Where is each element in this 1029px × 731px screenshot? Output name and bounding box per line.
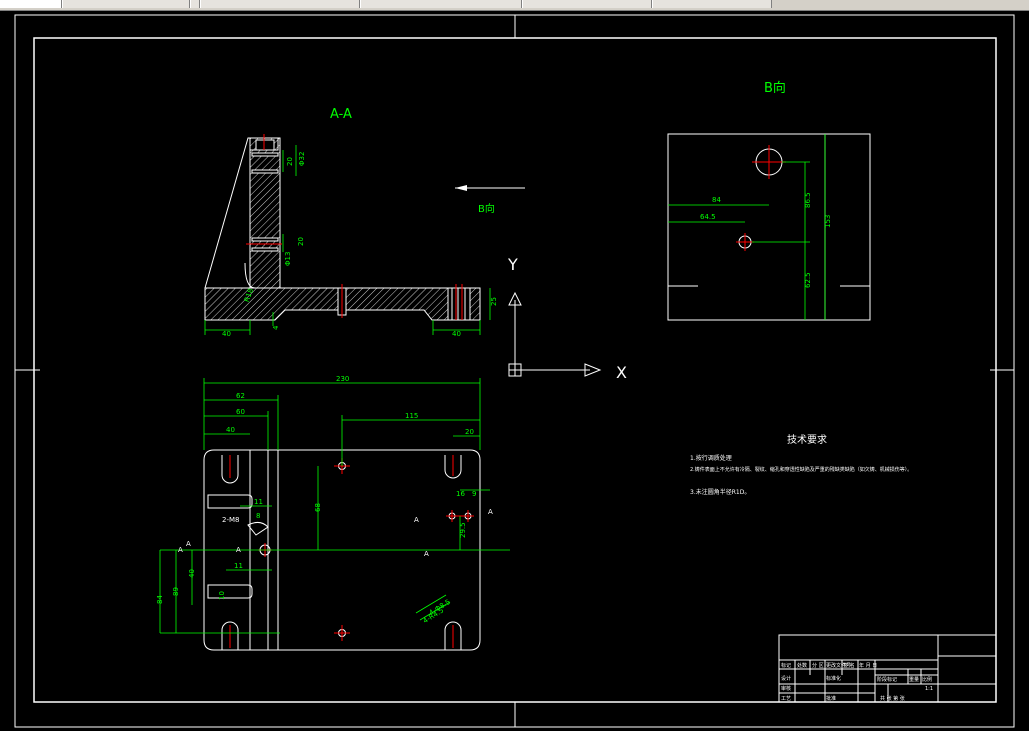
view-arrow-b-label: B向 [478, 202, 495, 215]
dim-section-phi13: Φ13 [284, 252, 292, 266]
dim-plan-11b: 11 [234, 562, 243, 570]
dim-viewb-84: 84 [712, 196, 721, 204]
tb-zone: 分 区 [812, 662, 824, 669]
section-mark-a6: A [186, 540, 191, 548]
tb-stage: 阶段标记 [877, 676, 897, 683]
dim-plan-115: 115 [405, 412, 418, 420]
tb-standard: 标准化 [826, 675, 841, 682]
tech-notes-line3: 3.未注圆角半径R1D。 [690, 488, 750, 496]
tech-notes-line1: 1.按行调质处理 [690, 454, 732, 462]
dim-plan-2m8: 2-M8 [222, 516, 239, 524]
dim-section-25: 25 [490, 297, 498, 306]
dim-plan-89: 89 [172, 587, 180, 596]
ucs-x-label: X [616, 363, 627, 382]
plan-centerlines [229, 455, 474, 648]
dim-plan-84: 84 [156, 595, 164, 604]
dim-plan-16: 16 [456, 490, 465, 498]
tab-4[interactable] [200, 0, 360, 8]
dim-viewb-64: 64.5 [700, 213, 716, 221]
dim-plan-10: 10 [218, 591, 226, 600]
section-mark-a2: A [488, 508, 493, 516]
dim-section-phi32: Φ32 [298, 152, 306, 166]
dim-plan-68: 68 [314, 503, 322, 512]
dim-viewb-62: 62.5 [804, 272, 812, 288]
tb-design: 设计 [781, 675, 791, 682]
ucs-y-label: Y [507, 255, 518, 274]
tech-notes-line2: 2.铸件表面上不允许有冷隔、裂纹、缩孔和穿透性缺陷及严重的残缺类缺陷（如欠铸、机… [690, 466, 912, 473]
ucs-icon [508, 291, 602, 377]
dim-section-40b: 40 [452, 330, 461, 338]
plan-dimensions [159, 378, 510, 634]
tb-sign: 签 名 [843, 662, 855, 669]
section-mark-a3: A [424, 550, 429, 558]
dim-section-4: 4 [272, 325, 280, 330]
tech-notes-title: 技术要求 [787, 433, 827, 446]
dim-plan-8: 8 [256, 512, 260, 520]
section-label: A-A [330, 107, 352, 122]
section-mark-a5: A [236, 546, 241, 554]
tab-7[interactable] [652, 0, 772, 8]
tb-approve: 批准 [826, 695, 836, 702]
dim-plan-11a: 11 [254, 498, 263, 506]
tb-review: 审核 [781, 685, 791, 692]
dim-plan-29: 29.5 [459, 522, 467, 538]
tab-6[interactable] [522, 0, 652, 8]
section-mark-a4: A [178, 546, 183, 554]
tb-count: 处数 [797, 662, 807, 669]
tab-5[interactable] [360, 0, 522, 8]
tb-weight: 重量 [909, 676, 919, 683]
view-b-dimensions [668, 134, 826, 320]
dim-section-40a: 40 [222, 330, 231, 338]
dim-plan-230: 230 [336, 375, 349, 383]
view-b-centerlines [736, 145, 786, 251]
tech-notes: 技术要求 1.按行调质处理 2.铸件表面上不允许有冷隔、裂纹、缩孔和穿透性缺陷及… [690, 433, 912, 496]
tb-scale-value: 1:1 [925, 686, 933, 692]
dim-section-20b: 20 [297, 237, 305, 246]
dim-plan-62: 62 [236, 392, 245, 400]
tab-1[interactable] [0, 0, 62, 8]
dim-plan-9: 9 [472, 490, 476, 498]
dim-plan-40: 40 [226, 426, 235, 434]
dim-section-20a: 20 [286, 157, 294, 166]
cad-drawing-canvas[interactable]: A-A 20 Φ32 20 Φ13 R18 40 40 4 25 B向 X Y … [0, 10, 1029, 731]
dim-plan-60: 60 [236, 408, 245, 416]
tb-sheets: 共 张 第 张 [880, 695, 905, 702]
tab-3[interactable] [190, 0, 200, 8]
dim-viewb-86: 86.5 [804, 192, 812, 208]
view-b-label: B向 [764, 80, 786, 96]
view-arrow-b: B向 [455, 185, 525, 215]
tab-2[interactable] [62, 0, 190, 8]
tb-mark: 标记 [781, 662, 791, 669]
dim-plan-40b: 40 [188, 569, 196, 578]
tb-scale: 比例 [922, 676, 932, 683]
dim-plan-20: 20 [465, 428, 474, 436]
dim-viewb-153: 153 [824, 215, 832, 228]
tb-process: 工艺 [781, 696, 791, 702]
tb-date: 年 月 日 [859, 662, 877, 669]
section-mark-a1: A [414, 516, 419, 524]
